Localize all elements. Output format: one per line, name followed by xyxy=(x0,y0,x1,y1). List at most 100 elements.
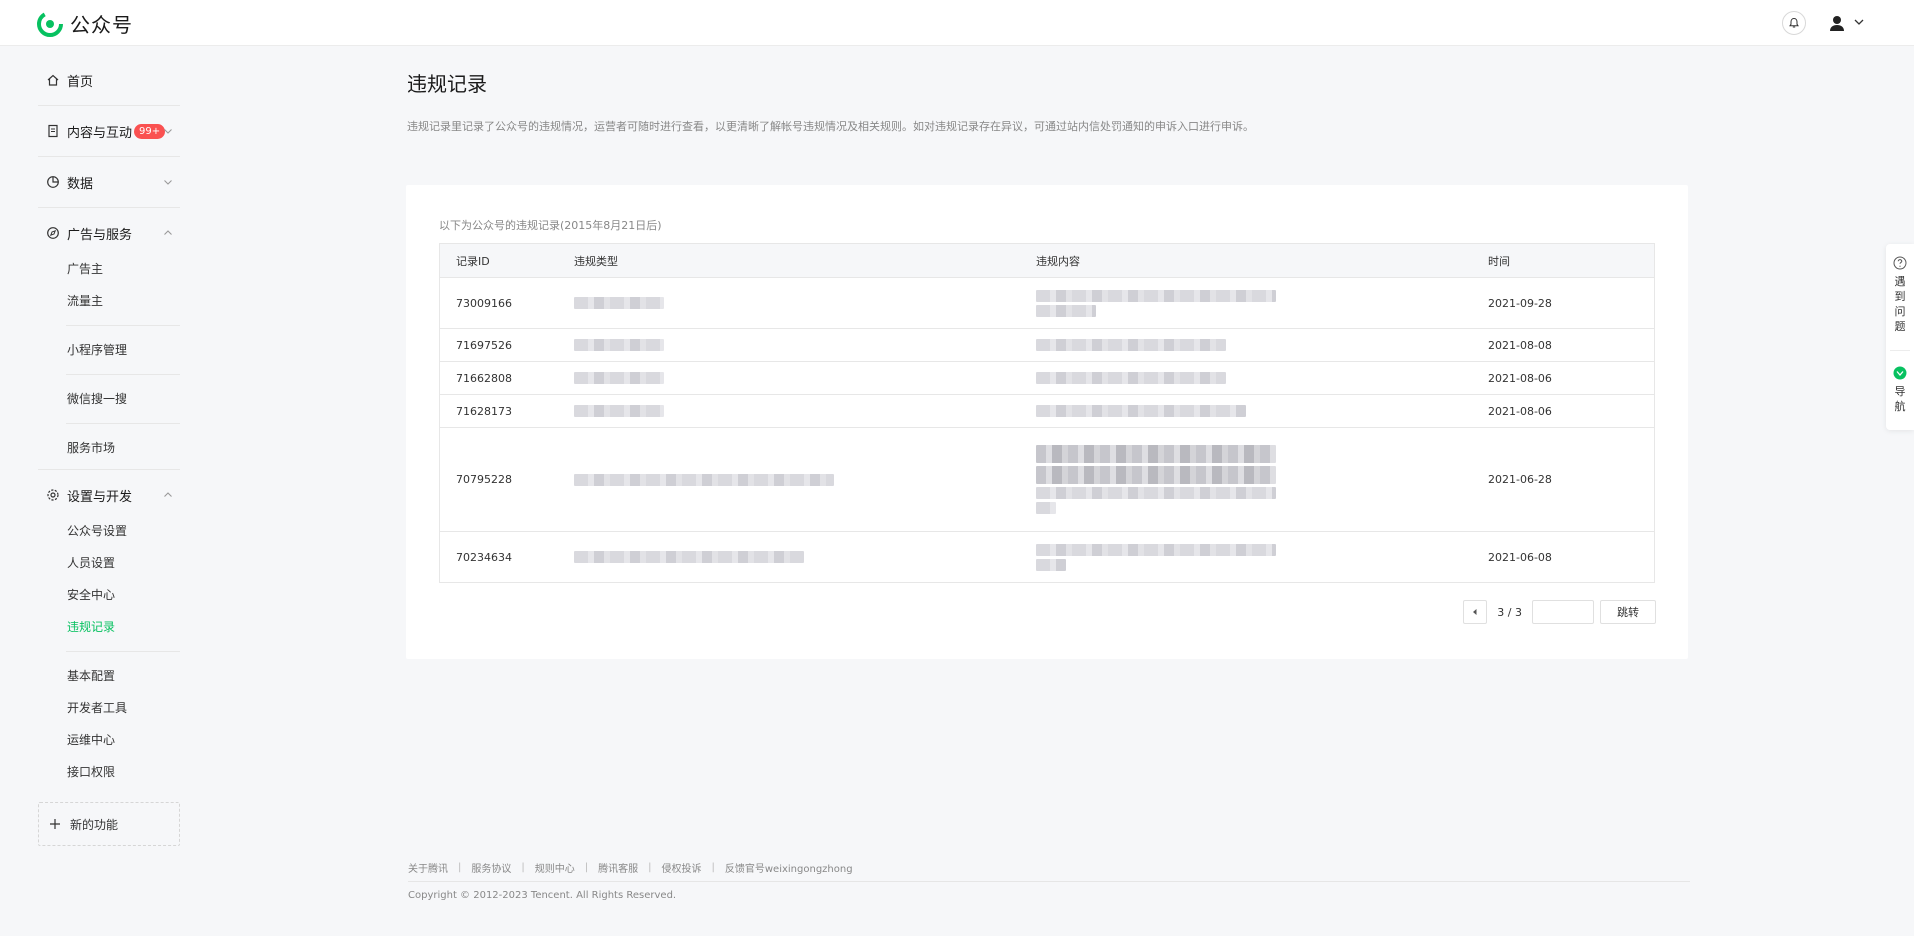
table-row: 70795228 2021-06-28 xyxy=(440,428,1654,532)
footer-link-support[interactable]: 腾讯客服 xyxy=(598,860,638,875)
plus-icon xyxy=(48,817,62,831)
column-header-id: 记录ID xyxy=(456,254,490,268)
violation-type-redacted xyxy=(574,548,1036,566)
sidebar-item-settings[interactable]: 设置与开发 xyxy=(38,475,180,515)
footer-link-terms[interactable]: 服务协议 xyxy=(471,860,511,875)
sidebar-item-ads[interactable]: 广告与服务 xyxy=(38,213,180,253)
sidebar: 首页 内容与互动 99+ 数据 广告与服务 广告主 流量主 小程序管理 微信搜一… xyxy=(38,60,180,846)
notification-bell-icon[interactable] xyxy=(1782,11,1806,35)
violation-content-redacted xyxy=(1036,336,1488,354)
page-description: 违规记录里记录了公众号的违规情况，运营者可随时进行查看，以更清晰了解帐号违规情况… xyxy=(407,120,1254,133)
sidebar-item-search[interactable]: 微信搜一搜 xyxy=(38,383,180,415)
sidebar-item-security[interactable]: 安全中心 xyxy=(38,579,180,611)
gear-icon xyxy=(46,488,60,502)
record-time: 2021-08-08 xyxy=(1488,338,1552,352)
footer-link-rules[interactable]: 规则中心 xyxy=(535,860,575,875)
footer-link-feedback[interactable]: 反馈官号weixingongzhong xyxy=(725,860,853,875)
page-jump-input[interactable] xyxy=(1532,600,1594,624)
record-id: 71697526 xyxy=(456,338,512,352)
divider xyxy=(38,207,180,208)
record-time: 2021-08-06 xyxy=(1488,371,1552,385)
footer-link-infringement[interactable]: 侵权投诉 xyxy=(662,860,702,875)
sidebar-item-home[interactable]: 首页 xyxy=(38,60,180,100)
violation-content-redacted xyxy=(1036,442,1488,517)
sidebar-item-label: 广告与服务 xyxy=(67,227,133,243)
sidebar-item-market[interactable]: 服务市场 xyxy=(38,432,180,464)
record-id: 71662808 xyxy=(456,371,512,385)
top-bar: 公众号 xyxy=(0,0,1914,46)
sidebar-item-label: 内容与互动 xyxy=(67,125,133,141)
home-icon xyxy=(46,73,60,87)
chevron-down-icon xyxy=(162,125,174,137)
record-time: 2021-09-28 xyxy=(1488,296,1552,310)
sidebar-item-api-permissions[interactable]: 接口权限 xyxy=(38,756,180,788)
sidebar-item-ops-center[interactable]: 运维中心 xyxy=(38,724,180,756)
column-header-type: 违规类型 xyxy=(574,254,618,268)
document-icon xyxy=(46,124,60,138)
footer-divider: | xyxy=(711,862,715,873)
violation-content-redacted xyxy=(1036,402,1488,420)
floating-help-panel: 遇到问题 导航 xyxy=(1886,244,1914,430)
table-row: 73009166 2021-09-28 xyxy=(440,278,1654,329)
record-id: 70234634 xyxy=(456,550,512,564)
violation-content-redacted xyxy=(1036,541,1488,574)
help-link[interactable]: 遇到问题 xyxy=(1894,274,1906,334)
divider xyxy=(66,423,180,424)
chevron-up-icon xyxy=(162,227,174,239)
new-feature-label: 新的功能 xyxy=(70,817,119,832)
divider xyxy=(38,469,180,470)
chevron-up-icon xyxy=(162,489,174,501)
sidebar-item-label: 设置与开发 xyxy=(67,489,133,505)
nav-link[interactable]: 导航 xyxy=(1894,384,1906,414)
jump-button[interactable]: 跳转 xyxy=(1600,600,1656,624)
sidebar-item-basic-config[interactable]: 基本配置 xyxy=(38,660,180,692)
sidebar-item-content[interactable]: 内容与互动 99+ xyxy=(38,111,180,151)
violation-records-card: 以下为公众号的违规记录(2015年8月21日后) 记录ID 违规类型 违规内容 … xyxy=(406,185,1688,659)
table-header: 记录ID 违规类型 违规内容 时间 xyxy=(440,244,1654,278)
violation-type-redacted xyxy=(574,336,1036,354)
violation-type-redacted xyxy=(574,294,1036,312)
sidebar-item-account-settings[interactable]: 公众号设置 xyxy=(38,515,180,547)
sidebar-item-label: 首页 xyxy=(67,74,94,90)
sidebar-item-dev-tools[interactable]: 开发者工具 xyxy=(38,692,180,724)
chevron-down-icon[interactable] xyxy=(1852,14,1866,28)
violation-content-redacted xyxy=(1036,369,1488,387)
record-time: 2021-06-08 xyxy=(1488,550,1552,564)
sidebar-item-miniprogram[interactable]: 小程序管理 xyxy=(38,334,180,366)
table-row: 71628173 2021-08-06 xyxy=(440,395,1654,428)
divider xyxy=(1890,350,1910,351)
prev-page-button[interactable] xyxy=(1463,600,1488,624)
footer-divider: | xyxy=(521,862,525,873)
record-id: 70795228 xyxy=(456,473,512,486)
logo-text: 公众号 xyxy=(70,13,133,37)
record-id: 73009166 xyxy=(456,296,512,310)
logo[interactable]: 公众号 xyxy=(36,9,133,38)
sidebar-item-violations[interactable]: 违规记录 xyxy=(38,611,180,643)
sidebar-item-advertiser[interactable]: 广告主 xyxy=(38,253,180,285)
chevron-down-icon xyxy=(162,176,174,188)
unread-badge: 99+ xyxy=(134,123,166,139)
sidebar-item-members[interactable]: 人员设置 xyxy=(38,547,180,579)
compass-icon xyxy=(46,226,60,240)
footer-links: 关于腾讯 | 服务协议 | 规则中心 | 腾讯客服 | 侵权投诉 | 反馈官号w… xyxy=(408,860,853,875)
avatar[interactable] xyxy=(1826,12,1848,34)
violation-content-redacted xyxy=(1036,287,1488,320)
table-row: 70234634 2021-06-08 xyxy=(440,532,1654,582)
divider xyxy=(66,325,180,326)
caret-left-icon xyxy=(1473,609,1477,615)
divider xyxy=(66,374,180,375)
footer-divider: | xyxy=(584,862,589,873)
page-indicator: 3 / 3 xyxy=(1497,605,1522,619)
pagination: 3 / 3 跳转 xyxy=(1463,600,1656,624)
new-feature-button[interactable]: 新的功能 xyxy=(38,802,180,846)
footer-link-about[interactable]: 关于腾讯 xyxy=(408,860,448,875)
sidebar-item-publisher[interactable]: 流量主 xyxy=(38,285,180,317)
sidebar-item-data[interactable]: 数据 xyxy=(38,162,180,202)
footer-divider: | xyxy=(648,862,652,873)
divider xyxy=(66,651,180,652)
table-caption: 以下为公众号的违规记录(2015年8月21日后) xyxy=(439,219,662,232)
navigation-icon[interactable] xyxy=(1893,366,1907,380)
violation-type-redacted xyxy=(574,471,1036,489)
question-icon[interactable] xyxy=(1893,256,1907,270)
column-header-time: 时间 xyxy=(1488,254,1510,268)
